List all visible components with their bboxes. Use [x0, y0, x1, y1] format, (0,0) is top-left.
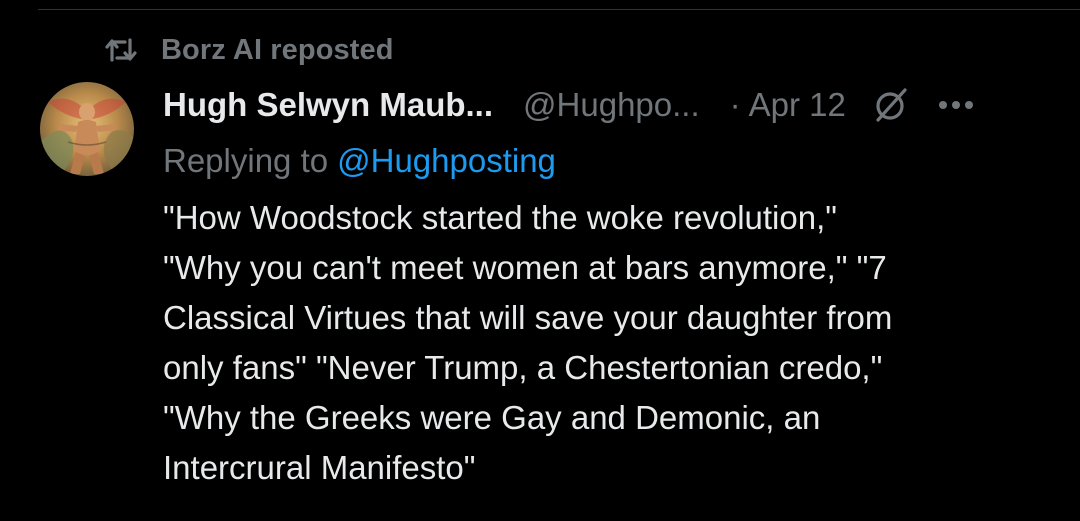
post-text-line: "How Woodstock started the woke revoluti…	[163, 199, 837, 236]
post-text: "How Woodstock started the woke revoluti…	[163, 193, 1043, 493]
separator-dot: ·	[729, 86, 741, 123]
repost-context[interactable]: Borz AI reposted	[103, 30, 394, 70]
post-text-line: Intercrural Manifesto"	[163, 449, 476, 486]
post-text-line: "Why you can't meet women at bars anymor…	[163, 249, 887, 286]
post-text-line: "Why the Greeks were Gay and Demonic, an	[163, 399, 821, 436]
top-divider	[38, 9, 1080, 10]
user-handle[interactable]: @Hughpo...	[523, 86, 700, 124]
null-circle-icon[interactable]	[870, 85, 910, 125]
avatar[interactable]	[40, 82, 134, 176]
reply-context: Replying to @Hughposting	[163, 138, 556, 184]
post-text-line: only fans" "Never Trump, a Chestertonian…	[163, 349, 883, 386]
more-dots-icon[interactable]	[936, 90, 976, 120]
repost-icon	[103, 35, 139, 65]
display-name[interactable]: Hugh Selwyn Maub...	[163, 86, 493, 124]
repost-label: Borz AI reposted	[161, 33, 394, 66]
post-date[interactable]: Apr 12	[749, 86, 846, 124]
post-text-line: Classical Virtues that will save your da…	[163, 299, 893, 336]
post-header: Hugh Selwyn Maub... @Hughpo... · Apr 12	[163, 82, 1053, 128]
reply-prefix: Replying to	[163, 142, 329, 179]
reply-handle-link[interactable]: @Hughposting	[337, 142, 556, 180]
